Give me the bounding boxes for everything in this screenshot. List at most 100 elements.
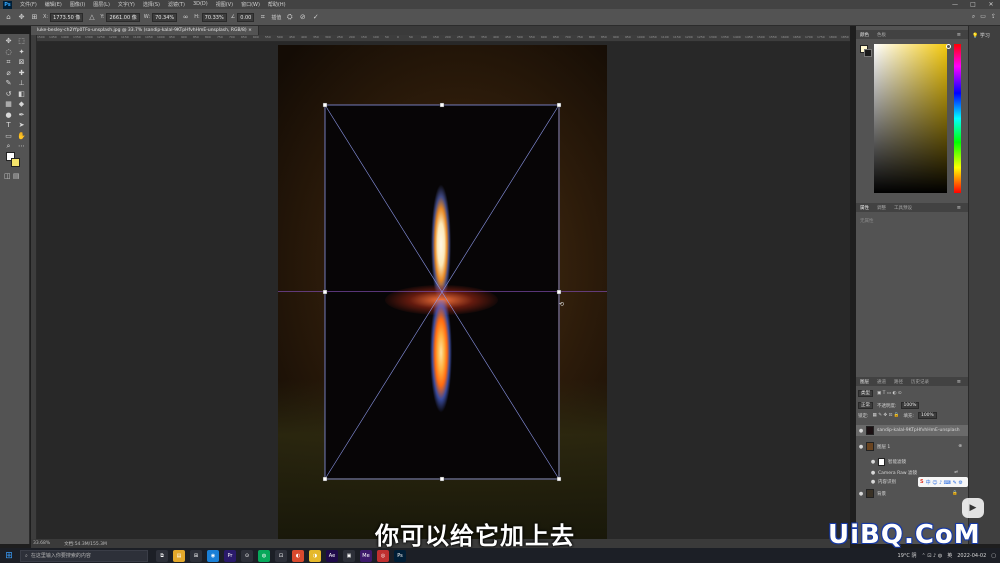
delta-icon[interactable]: △: [87, 13, 96, 22]
notification-icon[interactable]: ▢: [991, 553, 996, 559]
blur-tool-icon[interactable]: ◆: [16, 100, 27, 110]
history-brush-icon[interactable]: ↺: [3, 90, 14, 100]
taskbar-app-icon[interactable]: ▣: [343, 549, 355, 562]
panel-menu-icon[interactable]: ≡: [953, 32, 965, 38]
menu-item[interactable]: 滤镜(T): [164, 1, 189, 8]
y-input[interactable]: 2661.00 像: [106, 12, 140, 22]
tab-layers[interactable]: 图层: [856, 379, 873, 385]
brush-tool-icon[interactable]: ✎: [3, 79, 14, 89]
menu-item[interactable]: 视图(V): [212, 1, 237, 8]
angle-input[interactable]: 0.00: [237, 12, 255, 22]
hand-tool-icon[interactable]: ✋: [16, 132, 27, 142]
layer-row-background[interactable]: ● 背景 🔒: [856, 488, 968, 499]
saturation-value-field[interactable]: [874, 44, 947, 193]
visibility-eye-icon[interactable]: ●: [868, 459, 878, 465]
filter-icons[interactable]: ▣ T ▭ ◐ ⊙: [877, 391, 902, 396]
healing-brush-icon[interactable]: ✚: [16, 69, 27, 79]
tab-color[interactable]: 颜色: [856, 32, 873, 38]
tab-tool-presets[interactable]: 工具预设: [890, 205, 916, 211]
tab-swatches[interactable]: 色板: [873, 32, 890, 38]
visibility-eye-icon[interactable]: ●: [856, 428, 866, 434]
tab-paths[interactable]: 路径: [890, 379, 907, 385]
filter-options-icon[interactable]: ⇌: [954, 470, 958, 475]
visibility-eye-icon[interactable]: ●: [868, 479, 878, 485]
taskbar-app-icon[interactable]: Pr: [224, 549, 236, 562]
panel-menu-icon[interactable]: ≡: [953, 205, 965, 211]
menu-item[interactable]: 文件(F): [16, 1, 41, 8]
move-tool-icon[interactable]: ✥: [3, 37, 14, 47]
taskbar-app-icon[interactable]: Me: [360, 549, 372, 562]
marquee-tool-icon[interactable]: ⬚: [16, 37, 27, 47]
commit-icon[interactable]: ✓: [311, 13, 320, 22]
panel-bg-swatch[interactable]: [864, 49, 872, 57]
menu-item[interactable]: 3D(D): [189, 1, 212, 8]
visibility-eye-icon[interactable]: ●: [856, 491, 866, 497]
crop-tool-icon[interactable]: ⌗: [3, 58, 14, 68]
photoshop-logo[interactable]: Ps: [3, 0, 12, 9]
background-color-swatch[interactable]: [11, 158, 20, 167]
taskbar-app-icon[interactable]: ⧉: [156, 549, 168, 562]
layer-kind-select[interactable]: 类型: [858, 390, 873, 397]
maximize-button[interactable]: □: [964, 0, 982, 9]
warp-icon[interactable]: ⌗: [258, 13, 267, 22]
taskbar-app-icon[interactable]: ▤: [173, 549, 185, 562]
learn-button[interactable]: 💡 学习: [972, 32, 990, 39]
pen-tool-icon[interactable]: ✒: [16, 111, 27, 121]
panel-menu-icon[interactable]: ≡: [953, 379, 965, 385]
tab-adjustments[interactable]: 调整: [873, 205, 890, 211]
home-icon[interactable]: ⌂: [4, 13, 13, 22]
eraser-tool-icon[interactable]: ◧: [16, 90, 27, 100]
weather-text[interactable]: 19°C 阴: [898, 552, 917, 559]
zoom-tool-icon[interactable]: ⌕: [3, 142, 14, 152]
ime-items[interactable]: 中 ☺ ♪ ⌨ ✎ ⚙: [926, 479, 963, 486]
interp-option[interactable]: 插值: [271, 14, 281, 21]
magic-wand-icon[interactable]: ✦: [16, 48, 27, 58]
hue-slider[interactable]: [954, 44, 961, 193]
layer-row-smart-filter[interactable]: ● 智能滤镜: [856, 456, 968, 467]
lasso-tool-icon[interactable]: ◌: [3, 48, 14, 58]
menu-item[interactable]: 选择(S): [139, 1, 164, 8]
clock-date[interactable]: 2022-04-02: [957, 553, 986, 559]
minimize-button[interactable]: —: [946, 0, 964, 9]
gradient-tool-icon[interactable]: ▦: [3, 100, 14, 110]
ime-indicator[interactable]: 英: [947, 552, 952, 559]
h-input[interactable]: 70.33%: [201, 12, 227, 22]
path-select-icon[interactable]: ➤: [16, 121, 27, 131]
tab-properties[interactable]: 属性: [856, 205, 873, 211]
menu-item[interactable]: 帮助(H): [264, 1, 290, 8]
stamp-tool-icon[interactable]: ⊥: [16, 79, 27, 89]
visibility-eye-icon[interactable]: ●: [868, 470, 878, 476]
search-icon[interactable]: ⌕: [972, 13, 975, 21]
workspace-icon[interactable]: ▭: [980, 13, 986, 21]
taskbar-app-icon[interactable]: Ae: [326, 549, 338, 562]
ime-toolbar[interactable]: S 中 ☺ ♪ ⌨ ✎ ⚙: [918, 477, 968, 487]
tab-channels[interactable]: 通道: [873, 379, 890, 385]
shape-tool-icon[interactable]: ▭: [3, 132, 14, 142]
transform-box[interactable]: [322, 102, 562, 482]
menu-item[interactable]: 文字(Y): [114, 1, 139, 8]
taskbar-app-icon[interactable]: Ps: [394, 549, 406, 562]
lock-icons[interactable]: ▦ ✎ ✥ ⊡ 🔒: [873, 413, 900, 418]
taskbar-app-icon[interactable]: ◍: [258, 549, 270, 562]
menu-item[interactable]: 图层(L): [89, 1, 114, 8]
taskbar-app-icon[interactable]: ⊡: [275, 549, 287, 562]
cancel-icon[interactable]: ⊘: [298, 13, 307, 22]
taskbar-app-icon[interactable]: ◐: [292, 549, 304, 562]
windows-start-icon[interactable]: ⊞: [4, 551, 14, 561]
blend-mode-select[interactable]: 正常: [858, 402, 873, 409]
taskbar-app-icon[interactable]: ⊞: [190, 549, 202, 562]
zoom-level[interactable]: 33.68%: [33, 541, 50, 546]
document-tab[interactable]: luke-besley-ch2Yfp0TFo-unsplash.jpg @ 33…: [31, 26, 259, 35]
puppet-icon[interactable]: ⛭: [285, 13, 294, 22]
visibility-eye-icon[interactable]: ●: [856, 444, 866, 450]
opacity-input[interactable]: 100%: [900, 402, 920, 409]
layer-row-sandip[interactable]: ● sandip-kalal-9KTpHfvhHmE-unsplash: [856, 425, 968, 436]
frame-tool-icon[interactable]: ⊠: [16, 58, 27, 68]
close-button[interactable]: ✕: [982, 0, 1000, 9]
layer-row-layer1[interactable]: ● 图层 1 ⊛: [856, 441, 968, 452]
tab-history[interactable]: 历史记录: [907, 379, 933, 385]
menu-item[interactable]: 窗口(W): [237, 1, 264, 8]
menu-item[interactable]: 编辑(E): [41, 1, 66, 8]
color-picker-handle[interactable]: [946, 44, 951, 49]
move-tool-icon[interactable]: ✥: [17, 13, 26, 22]
